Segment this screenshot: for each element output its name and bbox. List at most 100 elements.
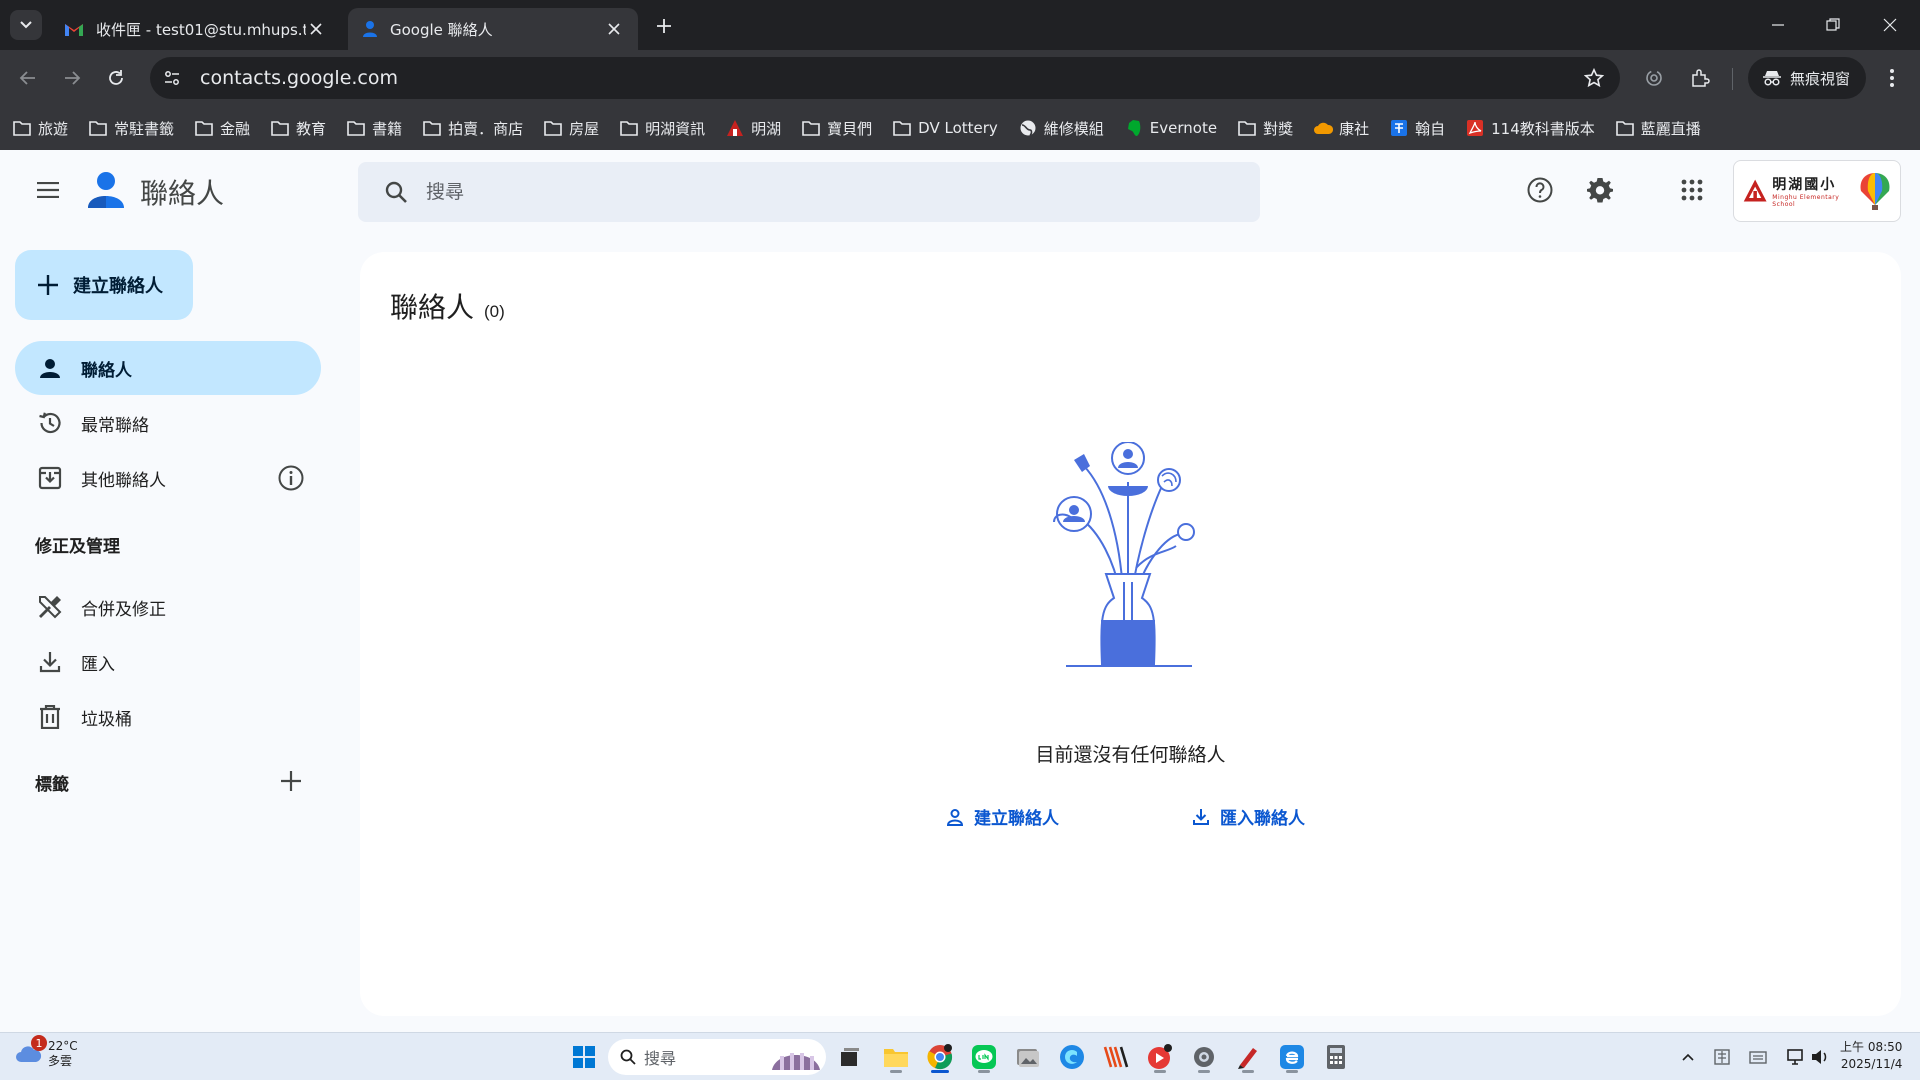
help-button[interactable] — [1516, 166, 1564, 214]
bookmark-item[interactable]: 寶貝們 — [801, 118, 872, 139]
photos-button[interactable] — [1010, 1039, 1046, 1075]
chrome-button[interactable] — [922, 1039, 958, 1075]
bookmark-item[interactable]: 明湖 — [725, 118, 781, 139]
weather-badge: 1 — [31, 1035, 47, 1051]
bookmark-item[interactable]: 維修模組 — [1018, 118, 1104, 139]
search-input[interactable] — [426, 181, 1226, 203]
restore-button[interactable] — [1813, 10, 1853, 40]
calculator-button[interactable] — [1318, 1039, 1354, 1075]
search-icon[interactable] — [366, 162, 426, 222]
tab-gmail[interactable]: 收件匣 - test01@stu.mhups.tp — [50, 8, 340, 50]
bookmark-item[interactable]: 旅遊 — [12, 118, 68, 139]
file-explorer-button[interactable] — [878, 1039, 914, 1075]
bookmark-item[interactable]: 常駐書籤 — [88, 118, 174, 139]
back-button[interactable] — [12, 62, 44, 94]
sync-icon[interactable] — [1638, 62, 1670, 94]
bookmark-item[interactable]: 教育 — [270, 118, 326, 139]
browser-menu-button[interactable] — [1876, 62, 1908, 94]
bookmark-item[interactable]: 康社 — [1313, 118, 1369, 139]
tray-overflow-button[interactable] — [1674, 1043, 1702, 1071]
url-text[interactable]: contacts.google.com — [200, 67, 1576, 89]
address-bar[interactable]: contacts.google.com — [150, 57, 1620, 99]
winget-button[interactable] — [1098, 1039, 1134, 1075]
settings-button[interactable] — [1576, 166, 1624, 214]
pen-icon — [1238, 1048, 1257, 1069]
task-view-icon — [841, 1048, 859, 1066]
add-label-button[interactable] — [274, 764, 308, 798]
empty-import-contacts-link[interactable]: 匯入聯絡人 — [1192, 804, 1305, 829]
bookmark-item[interactable]: 書籍 — [346, 118, 402, 139]
close-window-button[interactable] — [1870, 10, 1910, 40]
close-icon[interactable] — [604, 19, 624, 39]
minimize-button[interactable] — [1758, 10, 1798, 40]
section-title-manage: 修正及管理 — [35, 537, 120, 557]
site-info-icon[interactable] — [154, 60, 190, 96]
media-player-button[interactable] — [1142, 1039, 1178, 1075]
sidebar-item-label: 合併及修正 — [81, 599, 166, 620]
bookmark-label: 常駐書籤 — [114, 119, 175, 138]
apps-grid-icon — [1681, 179, 1703, 201]
system-clock[interactable]: 上午 08:50 2025/11/4 — [1840, 1039, 1902, 1073]
bookmark-label: 房屋 — [569, 119, 600, 138]
bookmark-item[interactable]: Evernote — [1124, 118, 1217, 138]
close-icon[interactable] — [306, 19, 326, 39]
weather-widget[interactable]: 1 22°C 多雲 — [14, 1035, 78, 1069]
account-button[interactable]: 明湖國小 Minghu Elementary School — [1733, 160, 1901, 222]
google-apps-button[interactable] — [1668, 166, 1716, 214]
bookmark-item[interactable]: 114教科書版本 — [1465, 118, 1595, 139]
main-content: 聯絡人 (0) 目前還沒有任何聯絡人 建立聯絡人 匯入聯絡人 — [360, 252, 1901, 1016]
volume-button[interactable] — [1806, 1043, 1834, 1071]
youtube-music-icon — [1148, 1044, 1172, 1069]
bookmark-item[interactable]: 對獎 — [1237, 118, 1293, 139]
bookmark-item[interactable]: 金融 — [194, 118, 250, 139]
line-button[interactable] — [966, 1039, 1002, 1075]
bookmark-item[interactable]: DV Lottery — [892, 118, 998, 138]
new-tab-button[interactable] — [650, 12, 678, 40]
contacts-icon — [363, 21, 377, 37]
section-title-labels: 標籤 — [35, 775, 69, 795]
bookmark-item[interactable]: 翰自 — [1389, 118, 1445, 139]
create-contact-button[interactable]: 建立聯絡人 — [15, 250, 193, 320]
sidebar-item-merge-fix[interactable]: 合併及修正 — [15, 580, 321, 634]
reload-button[interactable] — [100, 62, 132, 94]
incognito-indicator[interactable]: 無痕視窗 — [1748, 57, 1866, 99]
ie-app-button[interactable] — [1274, 1039, 1310, 1075]
bookmark-item[interactable]: 明湖資訊 — [619, 118, 705, 139]
main-menu-button[interactable] — [24, 166, 72, 214]
create-contact-label: 建立聯絡人 — [73, 276, 163, 297]
info-icon[interactable] — [277, 464, 305, 492]
bookmark-item[interactable]: 藍麗直播 — [1615, 118, 1701, 139]
sidebar-item-frequent[interactable]: 最常聯絡 — [15, 396, 321, 450]
balloon-avatar-icon — [1853, 169, 1892, 213]
settings-app-button[interactable] — [1186, 1039, 1222, 1075]
bookmark-item[interactable]: 拍賣．商店 — [422, 118, 523, 139]
input-method-button[interactable] — [1708, 1043, 1736, 1071]
pen-app-button[interactable] — [1230, 1039, 1266, 1075]
sidebar-item-other-contacts[interactable]: 其他聯絡人 — [15, 451, 321, 505]
browser-tab-bar: 收件匣 - test01@stu.mhups.tp Google 聯絡人 — [0, 0, 1920, 50]
search-bar[interactable] — [358, 162, 1260, 222]
keyboard-layout-button[interactable] — [1744, 1043, 1772, 1071]
person-icon — [37, 355, 63, 381]
clock-date: 2025/11/4 — [1840, 1057, 1903, 1071]
page-title-text: 聯絡人 — [390, 292, 475, 323]
extensions-icon[interactable] — [1684, 62, 1716, 94]
sidebar-item-import[interactable]: 匯入 — [15, 635, 321, 689]
avatar[interactable] — [1853, 169, 1892, 213]
forward-button[interactable] — [56, 62, 88, 94]
weather-temp: 22°C — [48, 1039, 78, 1053]
keyboard-icon — [1749, 1051, 1767, 1064]
copilot-button[interactable] — [1054, 1039, 1090, 1075]
trash-icon — [37, 704, 63, 730]
start-button[interactable] — [566, 1039, 602, 1075]
sidebar-item-contacts[interactable]: 聯絡人 — [15, 341, 321, 395]
empty-create-contact-link[interactable]: 建立聯絡人 — [946, 804, 1059, 829]
app-header: 聯絡人 明湖國小 Minghu Elementary School — [0, 150, 1920, 230]
taskbar-search[interactable]: 搜尋 — [608, 1039, 826, 1075]
bookmark-star-icon[interactable] — [1576, 60, 1612, 96]
task-view-button[interactable] — [832, 1039, 868, 1075]
tab-search-button[interactable] — [10, 10, 42, 40]
sidebar-item-trash[interactable]: 垃圾桶 — [15, 690, 321, 744]
bookmark-item[interactable]: 房屋 — [543, 118, 599, 139]
tab-contacts[interactable]: Google 聯絡人 — [348, 8, 638, 50]
